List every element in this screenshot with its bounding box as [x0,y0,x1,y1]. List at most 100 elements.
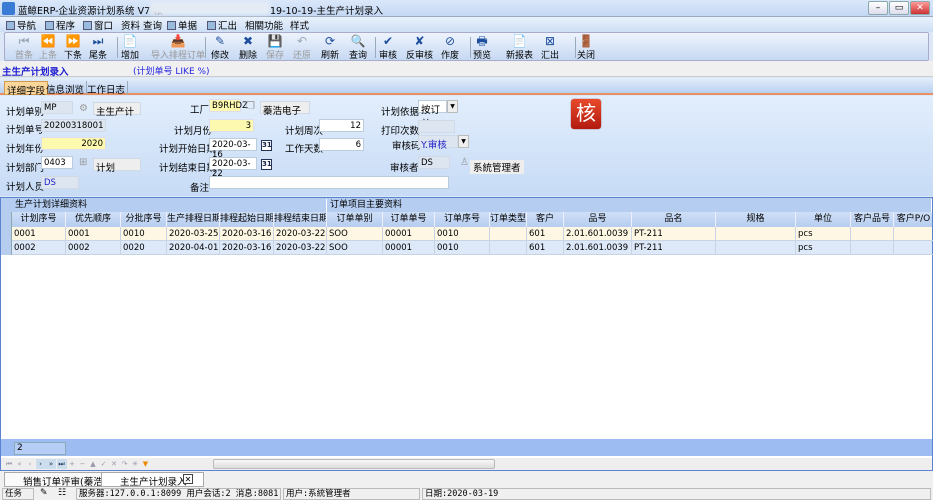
row-selector[interactable] [1,227,12,241]
end-date-field[interactable]: 2020-03-22 [209,157,257,179]
edit-icon[interactable]: ✎ [40,488,48,498]
calendar-icon[interactable]: 31 [261,159,272,170]
toolbar-button-7[interactable]: ✖ 删除 [239,34,257,61]
nav-refresh-icon[interactable]: ↷ [120,459,130,469]
grid-cell[interactable]: PT-211 [632,227,716,241]
column-header[interactable]: 订单序号 [435,212,490,227]
minimize-button[interactable]: – [868,1,888,15]
column-header[interactable]: 单位 [796,212,851,227]
toolbar-button-16[interactable]: 📄 新报表 [506,34,533,61]
menu-0[interactable]: 导航 [6,18,36,32]
column-header[interactable]: 排程起始日期 [220,212,274,227]
column-header[interactable]: 排程结束日期 [274,212,327,227]
grid-cell[interactable]: SOO [327,227,383,241]
grid-cell[interactable] [894,227,933,241]
menu-5[interactable]: 单据 [167,18,197,32]
grid-cell[interactable]: 2.01.601.0039 [564,227,632,241]
nav-cancel-icon[interactable]: ✕ [109,459,119,469]
chevron-down-icon[interactable]: ▼ [458,135,469,148]
tab-detail-fields[interactable]: 详细字段 [4,81,49,97]
planner-field[interactable]: DS [41,176,79,189]
grid-cell[interactable]: 0001 [66,227,121,241]
grid-cell[interactable]: SOO [327,241,383,255]
toolbar-button-4[interactable]: 📄 增加 [121,34,139,61]
grid-cell[interactable]: 601 [527,241,564,255]
doc-tab-sales-order-review[interactable]: 销售订单评审(蓁浩) [4,472,112,488]
grid-cell[interactable] [716,227,796,241]
column-header[interactable]: 订单类型 [490,212,527,227]
calendar-icon[interactable]: 31 [261,140,272,151]
toolbar-button-12[interactable]: ✔ 审核 [379,34,397,61]
grid-cell[interactable]: 2020-03-16 [220,227,274,241]
grid-cell[interactable]: 0002 [12,241,66,255]
grid-cell[interactable]: 00001 [383,227,435,241]
navigate-icon[interactable]: ☷ [58,488,66,498]
plan-basis-select[interactable]: 按订单 [418,100,447,130]
audit-code-select[interactable]: Y.审核 [418,135,458,151]
nav-prev-icon[interactable]: ‹ [25,459,35,469]
nav-delete-icon[interactable]: − [78,459,88,469]
tab-info-browse[interactable]: 信息浏览 [44,81,88,96]
menu-3[interactable]: 资料 [121,18,140,32]
grid-cell[interactable]: 2020-03-22 [274,227,327,241]
table-row[interactable]: 0001 0001 0010 2020-03-25 2020-03-16 2020-03-… [1,227,933,241]
nav-edit-icon[interactable]: ▲ [88,459,98,469]
plan-type-field[interactable]: MP [41,101,73,114]
nav-filter-icon[interactable]: ▼ [141,459,151,469]
task-button[interactable]: 任务 [2,488,34,500]
menu-2[interactable]: 窗口 [83,18,113,32]
toolbar-button-11[interactable]: 🔍 查询 [349,34,367,61]
toolbar-button-18[interactable]: 🚪 关闭 [577,34,595,61]
column-header[interactable]: 生产排程日期 [167,212,220,227]
grid-cell[interactable]: 2020-03-25 [167,227,220,241]
row-selector[interactable] [1,241,12,255]
start-date-field[interactable]: 2020-03-16 [209,138,257,160]
work-days-field[interactable]: 6 [319,138,364,151]
toolbar-button-14[interactable]: ⊘ 作废 [441,34,459,61]
grid-cell[interactable] [894,241,933,255]
toolbar-button-6[interactable]: ✎ 修改 [211,34,229,61]
chevron-down-icon[interactable]: ▼ [447,100,458,113]
factory-field[interactable]: B9RHDZ [209,99,248,112]
nav-next-icon[interactable]: › [35,459,46,469]
close-tab-icon[interactable]: ✕ [183,474,193,484]
menu-7[interactable]: 相關功能 [245,18,283,32]
grid-cell[interactable] [851,227,894,241]
grid-cell[interactable]: 0010 [435,241,490,255]
nav-post-icon[interactable]: ✓ [99,459,109,469]
nav-filter-clear-icon[interactable]: ✳ [130,459,140,469]
nav-first-icon[interactable]: ⏮ [4,459,14,469]
close-button[interactable]: ✕ [910,1,930,15]
column-header[interactable]: 订单单别 [327,212,383,227]
remark-field[interactable] [209,176,449,189]
grid-cell[interactable]: 2020-03-22 [274,241,327,255]
plan-week-field[interactable]: 12 [319,119,364,132]
menu-4[interactable]: 查询 [143,18,162,32]
nav-add-icon[interactable]: + [67,459,77,469]
toolbar-button-13[interactable]: ✘ 反审核 [406,34,433,61]
menu-1[interactable]: 程序 [45,18,75,32]
toolbar-button-15[interactable]: 🖶 预览 [473,34,491,61]
grid-cell[interactable] [851,241,894,255]
horizontal-scrollbar[interactable] [213,459,495,469]
column-header[interactable]: 品号 [564,212,632,227]
table-row[interactable]: 0002 0002 0020 2020-04-01 2020-03-16 2020-03-… [1,241,933,255]
dept-tree-icon[interactable]: ⊞ [79,157,87,168]
column-header[interactable]: 订单单号 [383,212,435,227]
plan-month-field[interactable]: 3 [209,119,254,132]
column-header[interactable]: 品名 [632,212,716,227]
grid-cell[interactable] [490,241,527,255]
column-header[interactable]: 客户品号 [851,212,894,227]
grid-cell[interactable]: pcs [796,241,851,255]
plan-no-field[interactable]: 20200318001 [41,119,106,132]
grid-cell[interactable]: 0002 [66,241,121,255]
toolbar-button-3[interactable]: ⏭ 尾条 [89,34,107,61]
grid-cell[interactable]: 601 [527,227,564,241]
menu-8[interactable]: 样式 [290,18,309,32]
nav-next-page-icon[interactable]: » [46,459,56,469]
nav-last-icon[interactable]: ⏭ [56,459,67,469]
plan-dept-field[interactable]: 0403 [41,156,73,169]
grid-cell[interactable]: 2020-03-16 [220,241,274,255]
grid-cell[interactable]: pcs [796,227,851,241]
toolbar-button-17[interactable]: ⊠ 汇出 [541,34,559,61]
